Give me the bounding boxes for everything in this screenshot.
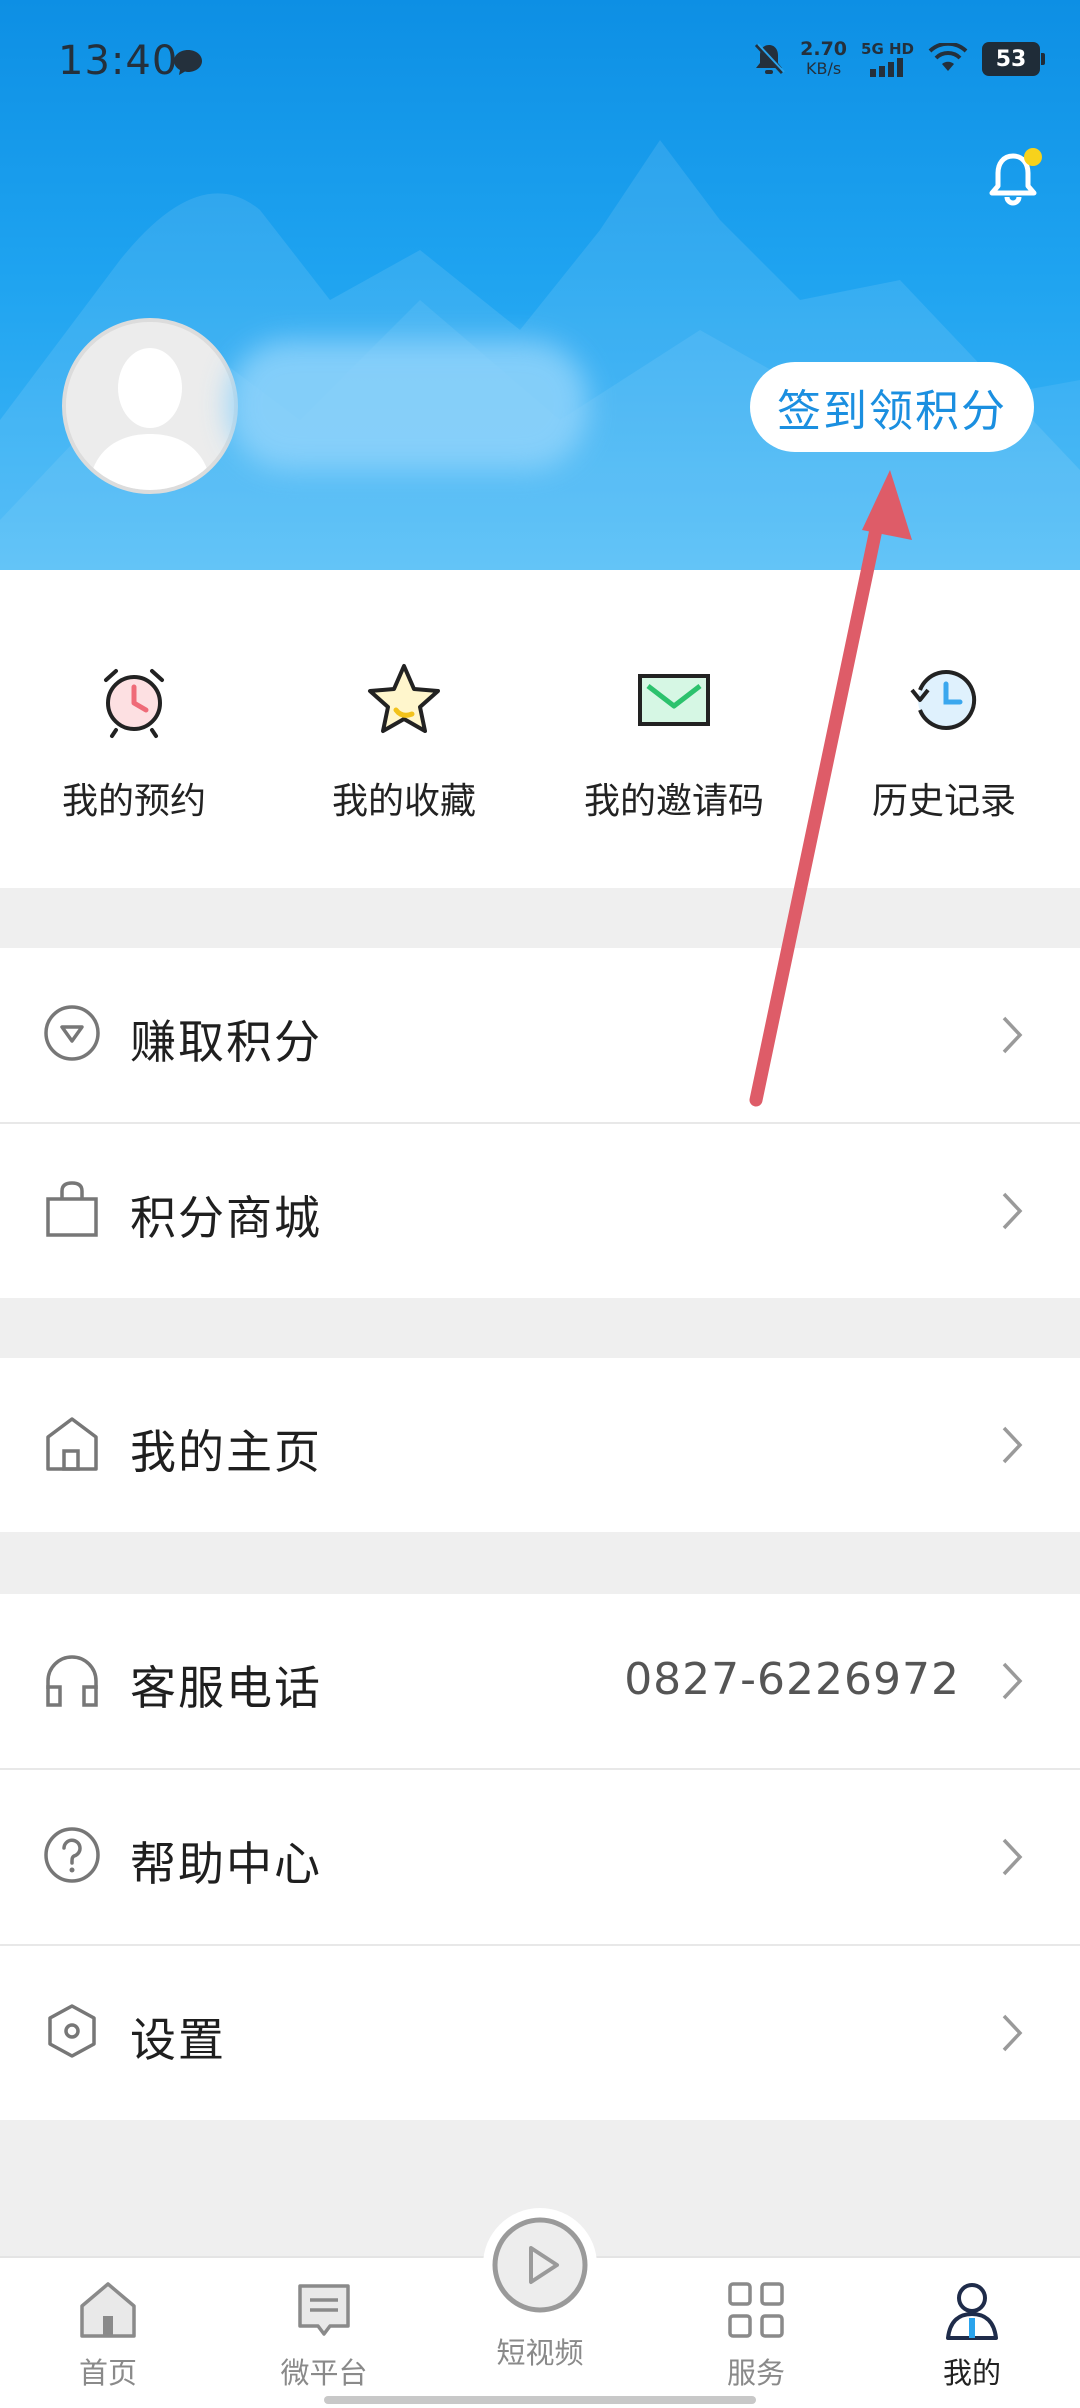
document-icon bbox=[298, 2284, 350, 2336]
quick-item-invite-code[interactable]: 我的邀请码 bbox=[544, 660, 804, 824]
quick-item-reservations[interactable]: 我的预约 bbox=[4, 660, 264, 824]
menu-item-my-homepage[interactable]: 我的主页 bbox=[0, 1358, 1080, 1532]
envelope-icon bbox=[638, 674, 710, 726]
customer-service-phone[interactable]: 0827-6226972 bbox=[624, 1654, 960, 1705]
play-icon bbox=[492, 2217, 588, 2313]
menu-item-settings[interactable]: 设置 bbox=[0, 1946, 1080, 2120]
chevron-right-icon bbox=[1002, 2014, 1023, 2052]
notification-dot bbox=[1024, 148, 1042, 166]
quick-item-history[interactable]: 历史记录 bbox=[814, 660, 1074, 824]
avatar[interactable] bbox=[62, 318, 238, 494]
status-time: 13:40 bbox=[58, 38, 179, 84]
cellular-signal: 5G HD bbox=[861, 41, 914, 77]
shopping-bag-icon bbox=[46, 1181, 98, 1237]
chevron-right-icon bbox=[1002, 1016, 1023, 1054]
chevron-right-icon bbox=[1002, 1192, 1023, 1230]
history-clock-icon bbox=[910, 670, 977, 730]
signal-bars-icon bbox=[869, 58, 903, 77]
grid-icon bbox=[728, 2282, 784, 2338]
hexagon-gear-icon bbox=[48, 2004, 96, 2058]
tab-short-video[interactable]: 短视频 bbox=[460, 2208, 620, 2408]
short-video-circle bbox=[483, 2208, 597, 2322]
status-indicators: 2.70 KB/s 5G HD 53 bbox=[752, 38, 1045, 79]
tab-home[interactable]: 首页 bbox=[28, 2278, 188, 2392]
network-speed: 2.70 KB/s bbox=[800, 38, 848, 79]
chevron-right-icon bbox=[1002, 1426, 1023, 1464]
tab-mine[interactable]: 我的 bbox=[892, 2278, 1052, 2392]
wifi-icon bbox=[928, 43, 968, 71]
question-icon bbox=[44, 1827, 100, 1883]
headset-icon bbox=[46, 1655, 98, 1707]
tab-services[interactable]: 服务 bbox=[676, 2278, 836, 2392]
menu-item-customer-service[interactable]: 客服电话 0827-6226972 bbox=[0, 1594, 1080, 1768]
menu-item-points-mall[interactable]: 积分商城 bbox=[0, 1124, 1080, 1298]
status-bar: 13:40 2.70 KB/s 5G HD 53 bbox=[0, 0, 1080, 125]
menu-item-help-center[interactable]: 帮助中心 bbox=[0, 1770, 1080, 1944]
user-icon bbox=[946, 2283, 998, 2340]
alarm-clock-icon bbox=[104, 669, 164, 738]
battery-indicator: 53 bbox=[982, 42, 1045, 76]
chevron-right-icon bbox=[1002, 1662, 1023, 1700]
home-indicator bbox=[324, 2396, 756, 2404]
username-blurred bbox=[228, 340, 588, 470]
house-icon bbox=[46, 1417, 98, 1471]
profile-header: 13:40 2.70 KB/s 5G HD 53 签到领积分 bbox=[0, 0, 1080, 600]
mute-bell-icon bbox=[755, 43, 785, 75]
chevron-right-icon bbox=[1002, 1838, 1023, 1876]
message-bubble-icon bbox=[174, 50, 202, 75]
tab-micro-platform[interactable]: 微平台 bbox=[244, 2278, 404, 2392]
menu-item-earn-points[interactable]: 赚取积分 bbox=[0, 948, 1080, 1122]
diamond-icon bbox=[44, 1005, 100, 1061]
notification-bell-icon[interactable] bbox=[986, 146, 1044, 208]
quick-actions: 我的预约 我的收藏 我的邀请码 历史记录 bbox=[0, 570, 1080, 888]
star-icon bbox=[368, 664, 440, 733]
home-icon bbox=[80, 2282, 136, 2338]
checkin-button[interactable]: 签到领积分 bbox=[750, 362, 1034, 452]
quick-item-favorites[interactable]: 我的收藏 bbox=[274, 660, 534, 824]
default-avatar-icon bbox=[66, 322, 234, 490]
